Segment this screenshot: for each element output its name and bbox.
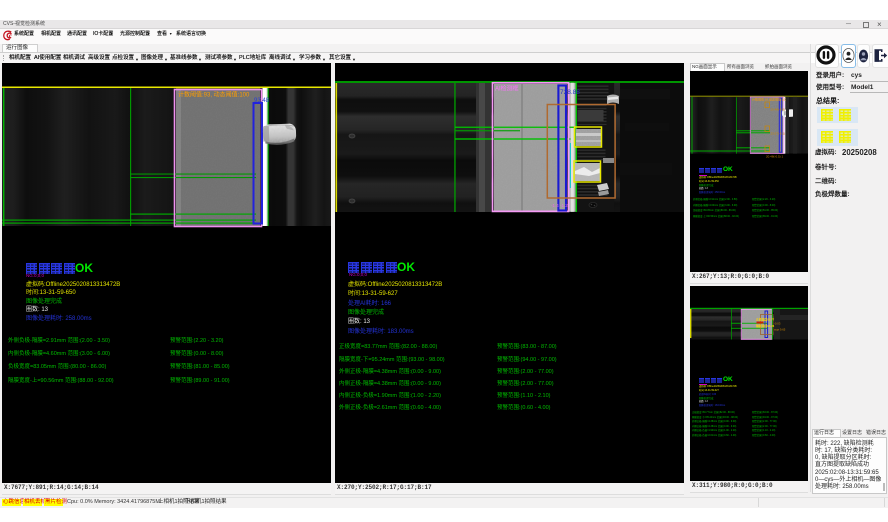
svg-text:93.48: 93.48 <box>254 98 270 104</box>
svg-text:-0.03: -0.03 <box>774 321 781 325</box>
svg-text:正极宽度83.77: 正极宽度83.77 <box>756 317 775 321</box>
svg-text:AI检测框: AI检测框 <box>495 85 519 93</box>
svg-text:wqe 9.65: wqe 9.65 <box>774 327 786 331</box>
svg-text:计数阈值:93, 动态阈值:100: 计数阈值:93, 动态阈值:100 <box>178 91 250 99</box>
svg-text:20.48(-0.5) 1: 20.48(-0.5) 1 <box>766 155 784 159</box>
svg-text:20.48(-0.5) 1: 20.48(-0.5) 1 <box>771 108 789 112</box>
svg-text:23.07(-0.1) 1: 23.07(-0.1) 1 <box>771 132 789 136</box>
svg-text:-1.4 -1.2: -1.4 -1.2 <box>551 203 568 208</box>
svg-text:隔膜宽度95.24: 隔膜宽度95.24 <box>756 324 775 328</box>
svg-text:728.88: 728.88 <box>560 89 580 96</box>
svg-text:计数阈值:93,动态阈值:100: 计数阈值:93,动态阈值:100 <box>752 97 787 102</box>
